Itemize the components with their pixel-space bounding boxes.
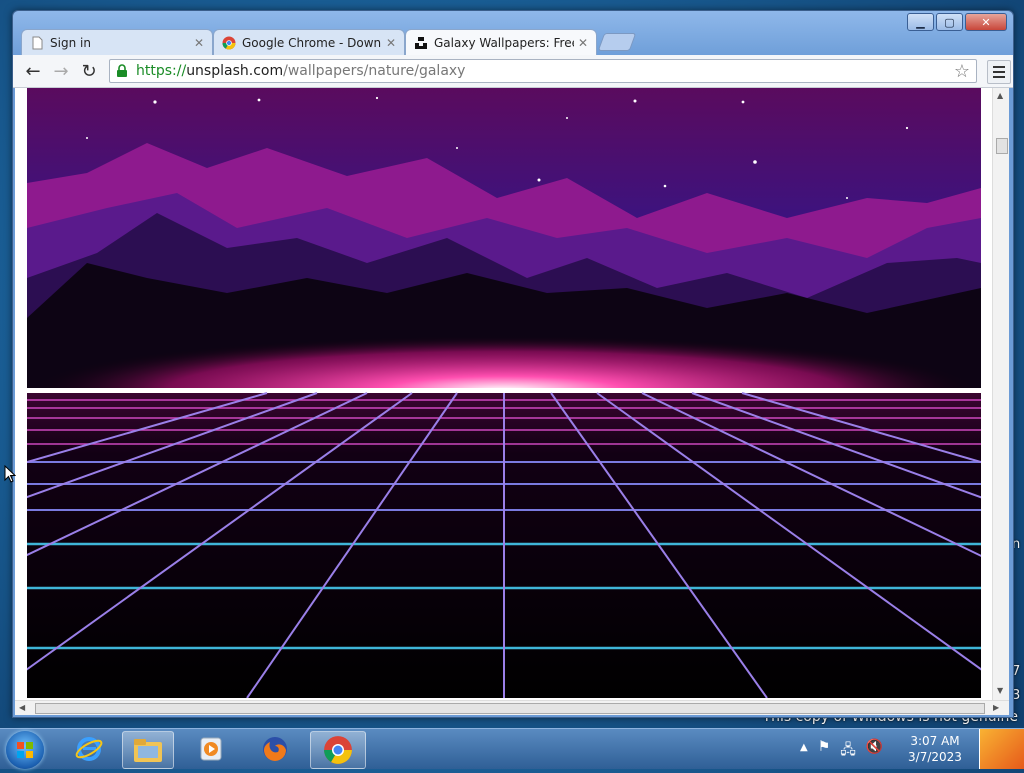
vertical-scroll-thumb[interactable] [996,138,1008,154]
start-button[interactable] [6,731,44,769]
back-arrow-icon: ← [25,60,41,82]
tab-close-icon[interactable]: ✕ [578,36,588,50]
volume-muted-icon[interactable]: 🔇 [866,739,883,763]
bookmark-star-icon[interactable]: ☆ [954,61,970,82]
galaxy-wallpaper-image [27,88,981,698]
page-content: ▲ ▼ [15,88,1009,700]
unsplash-icon [415,36,427,49]
title-bar: ▁ ▢ ✕ Sign in ✕ Google Chrome - Downloa … [13,11,1013,55]
tab-google-chrome[interactable]: Google Chrome - Downloa ✕ [213,29,405,55]
internet-explorer-icon [75,737,103,761]
taskbar-file-explorer[interactable] [122,731,174,769]
url-text: https://unsplash.com/wallpapers/nature/g… [136,63,465,79]
vertical-scrollbar[interactable]: ▲ ▼ [992,88,1009,700]
network-icon[interactable]: 🖧 [840,739,856,763]
reload-button[interactable]: ↻ [77,60,101,82]
system-tray: ▲ ⚑ 🖧 🔇 [800,739,883,763]
maximize-button[interactable]: ▢ [936,13,963,31]
tab-title: Galaxy Wallpapers: Free HD [434,35,574,50]
tab-title: Sign in [50,35,91,50]
minimize-button[interactable]: ▁ [907,13,934,31]
chrome-icon [324,736,352,764]
window-controls: ▁ ▢ ✕ [907,13,1007,31]
chrome-icon [222,36,236,49]
tab-close-icon[interactable]: ✕ [194,36,204,50]
url-scheme: https:// [136,63,187,79]
taskbar: ▲ ⚑ 🖧 🔇 3:07 AM 3/7/2023 [0,728,1024,769]
new-tab-button[interactable] [597,33,637,51]
scroll-right-arrow-icon[interactable]: ▶ [993,703,999,712]
scroll-down-arrow-icon[interactable]: ▼ [997,686,1003,695]
address-bar[interactable]: https://unsplash.com/wallpapers/nature/g… [109,59,977,83]
forward-arrow-icon: → [53,60,69,82]
tab-close-icon[interactable]: ✕ [386,36,396,50]
lock-icon [117,64,127,77]
close-window-button[interactable]: ✕ [965,13,1007,31]
media-player-icon [200,737,222,761]
horizontal-scrollbar[interactable]: ◀ ▶ [15,700,1009,715]
url-path: /wallpapers/nature/galaxy [283,63,466,79]
windows-logo-icon [17,742,33,758]
action-center-flag-icon[interactable]: ⚑ [818,739,831,763]
taskbar-firefox[interactable] [250,731,300,767]
scroll-up-arrow-icon[interactable]: ▲ [997,91,1003,100]
scroll-left-arrow-icon[interactable]: ◀ [19,703,25,712]
mouse-cursor-icon [4,465,16,483]
taskbar-media-player[interactable] [186,731,236,767]
firefox-icon [263,737,287,761]
show-desktop-button[interactable] [979,729,1024,769]
taskbar-chrome[interactable] [310,731,366,769]
browser-window: ▁ ▢ ✕ Sign in ✕ Google Chrome - Downloa … [12,10,1014,718]
show-hidden-icons-icon[interactable]: ▲ [800,742,808,763]
back-button[interactable]: ← [21,60,45,82]
chrome-menu-button[interactable] [987,60,1011,84]
page-icon [32,36,43,49]
tab-title: Google Chrome - Downloa [242,35,382,50]
tab-sign-in[interactable]: Sign in ✕ [21,29,213,55]
browser-toolbar: ← → ↻ https://unsplash.com/wallpapers/na… [13,55,1013,88]
clock-date: 3/7/2023 [908,750,962,764]
forward-button[interactable]: → [49,60,73,82]
system-clock[interactable]: 3:07 AM 3/7/2023 [900,733,970,765]
tab-galaxy-wallpapers[interactable]: Galaxy Wallpapers: Free HD ✕ [405,29,597,55]
reload-icon: ↻ [81,60,97,82]
horizontal-scroll-thumb[interactable] [35,703,985,714]
clock-time: 3:07 AM [910,734,960,748]
file-explorer-icon [134,739,162,762]
taskbar-internet-explorer[interactable] [64,731,114,767]
url-host: unsplash.com [186,63,284,79]
